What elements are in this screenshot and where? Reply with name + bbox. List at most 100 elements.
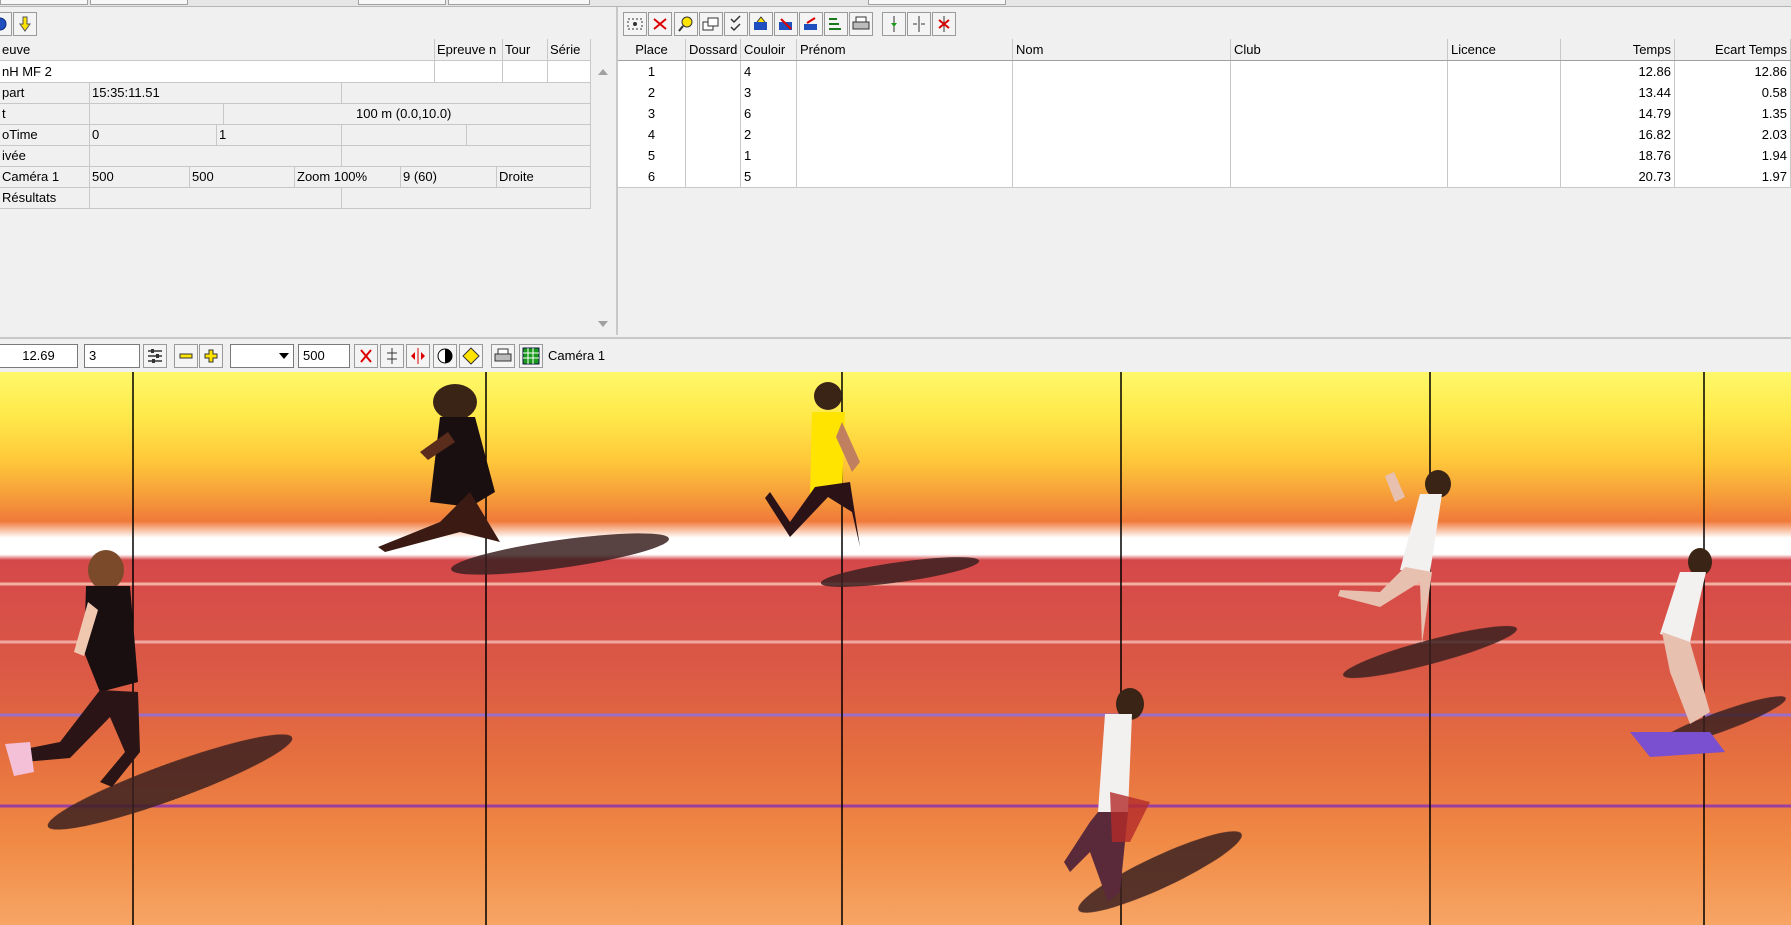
- display-mode-dropdown[interactable]: [230, 344, 294, 368]
- windows-icon[interactable]: [699, 12, 723, 36]
- licence-cell: [1448, 145, 1561, 166]
- serie-field[interactable]: [548, 61, 591, 82]
- nom-cell: [1013, 103, 1231, 124]
- chevron-down-icon[interactable]: [275, 347, 293, 365]
- arrival-row: ivée: [0, 145, 591, 167]
- properties-header-row: euve Epreuve n Tour Série: [0, 39, 591, 61]
- camera-value-2[interactable]: 500: [190, 166, 295, 187]
- table-row[interactable]: 4 2 16.82 2.03: [618, 124, 1791, 146]
- column-epreuve-number[interactable]: Epreuve n: [435, 39, 503, 60]
- column-header-couloir[interactable]: Couloir: [741, 39, 797, 60]
- nom-cell: [1013, 82, 1231, 103]
- couloir-cell: 6: [741, 103, 797, 124]
- checklist-icon[interactable]: [724, 12, 748, 36]
- table-row[interactable]: 6 5 20.73 1.97: [618, 166, 1791, 188]
- vertical-scrollbar[interactable]: [594, 39, 614, 335]
- property-value[interactable]: [467, 124, 591, 145]
- property-value[interactable]: [90, 103, 224, 124]
- property-value[interactable]: [90, 187, 342, 208]
- clear-icon[interactable]: [354, 344, 378, 368]
- property-value[interactable]: [90, 145, 342, 166]
- zero-time-row: oTime 0 1: [0, 124, 591, 146]
- export-icon[interactable]: [749, 12, 773, 36]
- camera-value-1[interactable]: 500: [90, 166, 190, 187]
- column-serie[interactable]: Série: [548, 39, 591, 60]
- camera-direction[interactable]: Droite: [497, 166, 591, 187]
- table-row[interactable]: 1 4 12.86 12.86: [618, 61, 1791, 83]
- zoom-in-icon[interactable]: [199, 344, 223, 368]
- scroll-down-icon[interactable]: [598, 321, 608, 327]
- licence-cell: [1448, 166, 1561, 187]
- club-cell: [1231, 61, 1448, 82]
- column-header-temps[interactable]: Temps: [1561, 39, 1675, 60]
- select-area-icon[interactable]: [623, 12, 647, 36]
- prenom-cell: [797, 103, 1013, 124]
- print-icon[interactable]: [849, 12, 873, 36]
- photo-toolbar: 12.69 3 500 Caméra 1: [0, 337, 1791, 373]
- camera-zoom[interactable]: Zoom 100%: [295, 166, 401, 187]
- column-tour[interactable]: Tour: [503, 39, 548, 60]
- property-value[interactable]: [342, 82, 591, 103]
- property-label: oTime: [0, 124, 90, 145]
- couloir-cell: 1: [741, 145, 797, 166]
- delete-icon[interactable]: [648, 12, 672, 36]
- scroll-up-icon[interactable]: [598, 69, 608, 75]
- top-tab[interactable]: [0, 0, 88, 5]
- zero-time-value[interactable]: 0: [90, 124, 217, 145]
- top-tab[interactable]: [90, 0, 188, 5]
- grid-icon[interactable]: [519, 344, 543, 368]
- brightness-icon[interactable]: [459, 344, 483, 368]
- split-icon[interactable]: [907, 12, 931, 36]
- adjust-icon[interactable]: [380, 344, 404, 368]
- down-arrow-icon[interactable]: [13, 12, 37, 36]
- photo-finish-image[interactable]: [0, 372, 1791, 925]
- column-header-nom[interactable]: Nom: [1013, 39, 1231, 60]
- dossard-cell: [686, 124, 741, 145]
- column-header-ecart-temps[interactable]: Ecart Temps: [1675, 39, 1791, 60]
- camera-rate[interactable]: 9 (60): [401, 166, 497, 187]
- column-header-prenom[interactable]: Prénom: [797, 39, 1013, 60]
- prenom-cell: [797, 61, 1013, 82]
- time-cursor-field[interactable]: 12.69: [0, 344, 78, 368]
- top-tab[interactable]: [358, 0, 446, 5]
- event-number-field[interactable]: [435, 61, 503, 82]
- top-tab[interactable]: [448, 0, 590, 5]
- blue-circle-icon[interactable]: [0, 12, 12, 36]
- couloir-cell: 5: [741, 166, 797, 187]
- zoom-icon[interactable]: [674, 12, 698, 36]
- tour-field[interactable]: [503, 61, 548, 82]
- property-label: part: [0, 82, 90, 103]
- property-value[interactable]: [342, 187, 591, 208]
- add-marker-icon[interactable]: [882, 12, 906, 36]
- zoom-out-icon[interactable]: [174, 344, 198, 368]
- import-icon[interactable]: [774, 12, 798, 36]
- property-value[interactable]: [342, 124, 467, 145]
- dossard-cell: [686, 61, 741, 82]
- property-value[interactable]: [342, 145, 591, 166]
- step-field[interactable]: 3: [84, 344, 140, 368]
- column-header-licence[interactable]: Licence: [1448, 39, 1561, 60]
- column-header-dossard[interactable]: Dossard: [686, 39, 741, 60]
- place-cell: 4: [618, 124, 686, 145]
- place-cell: 1: [618, 61, 686, 82]
- top-tab[interactable]: [868, 0, 1006, 5]
- column-header-place[interactable]: Place: [618, 39, 686, 60]
- zero-time-value-2[interactable]: 1: [217, 124, 342, 145]
- table-row[interactable]: 2 3 13.44 0.58: [618, 82, 1791, 104]
- settings-icon[interactable]: [143, 344, 167, 368]
- remove-marker-icon[interactable]: [932, 12, 956, 36]
- column-header-club[interactable]: Club: [1231, 39, 1448, 60]
- ranking-icon[interactable]: [824, 12, 848, 36]
- table-row[interactable]: 5 1 18.76 1.94: [618, 145, 1791, 167]
- print-icon[interactable]: [491, 344, 515, 368]
- property-label: Résultats: [0, 187, 90, 208]
- event-name-field[interactable]: nH MF 2: [0, 61, 435, 82]
- flip-icon[interactable]: [406, 344, 430, 368]
- start-time-value[interactable]: 15:35:11.51: [90, 82, 342, 103]
- send-icon[interactable]: [799, 12, 823, 36]
- table-row[interactable]: 3 6 14.79 1.35: [618, 103, 1791, 125]
- club-cell: [1231, 124, 1448, 145]
- zoom-value-field[interactable]: 500: [298, 344, 350, 368]
- contrast-icon[interactable]: [433, 344, 457, 368]
- distance-value[interactable]: 100 m (0.0,10.0): [224, 103, 591, 124]
